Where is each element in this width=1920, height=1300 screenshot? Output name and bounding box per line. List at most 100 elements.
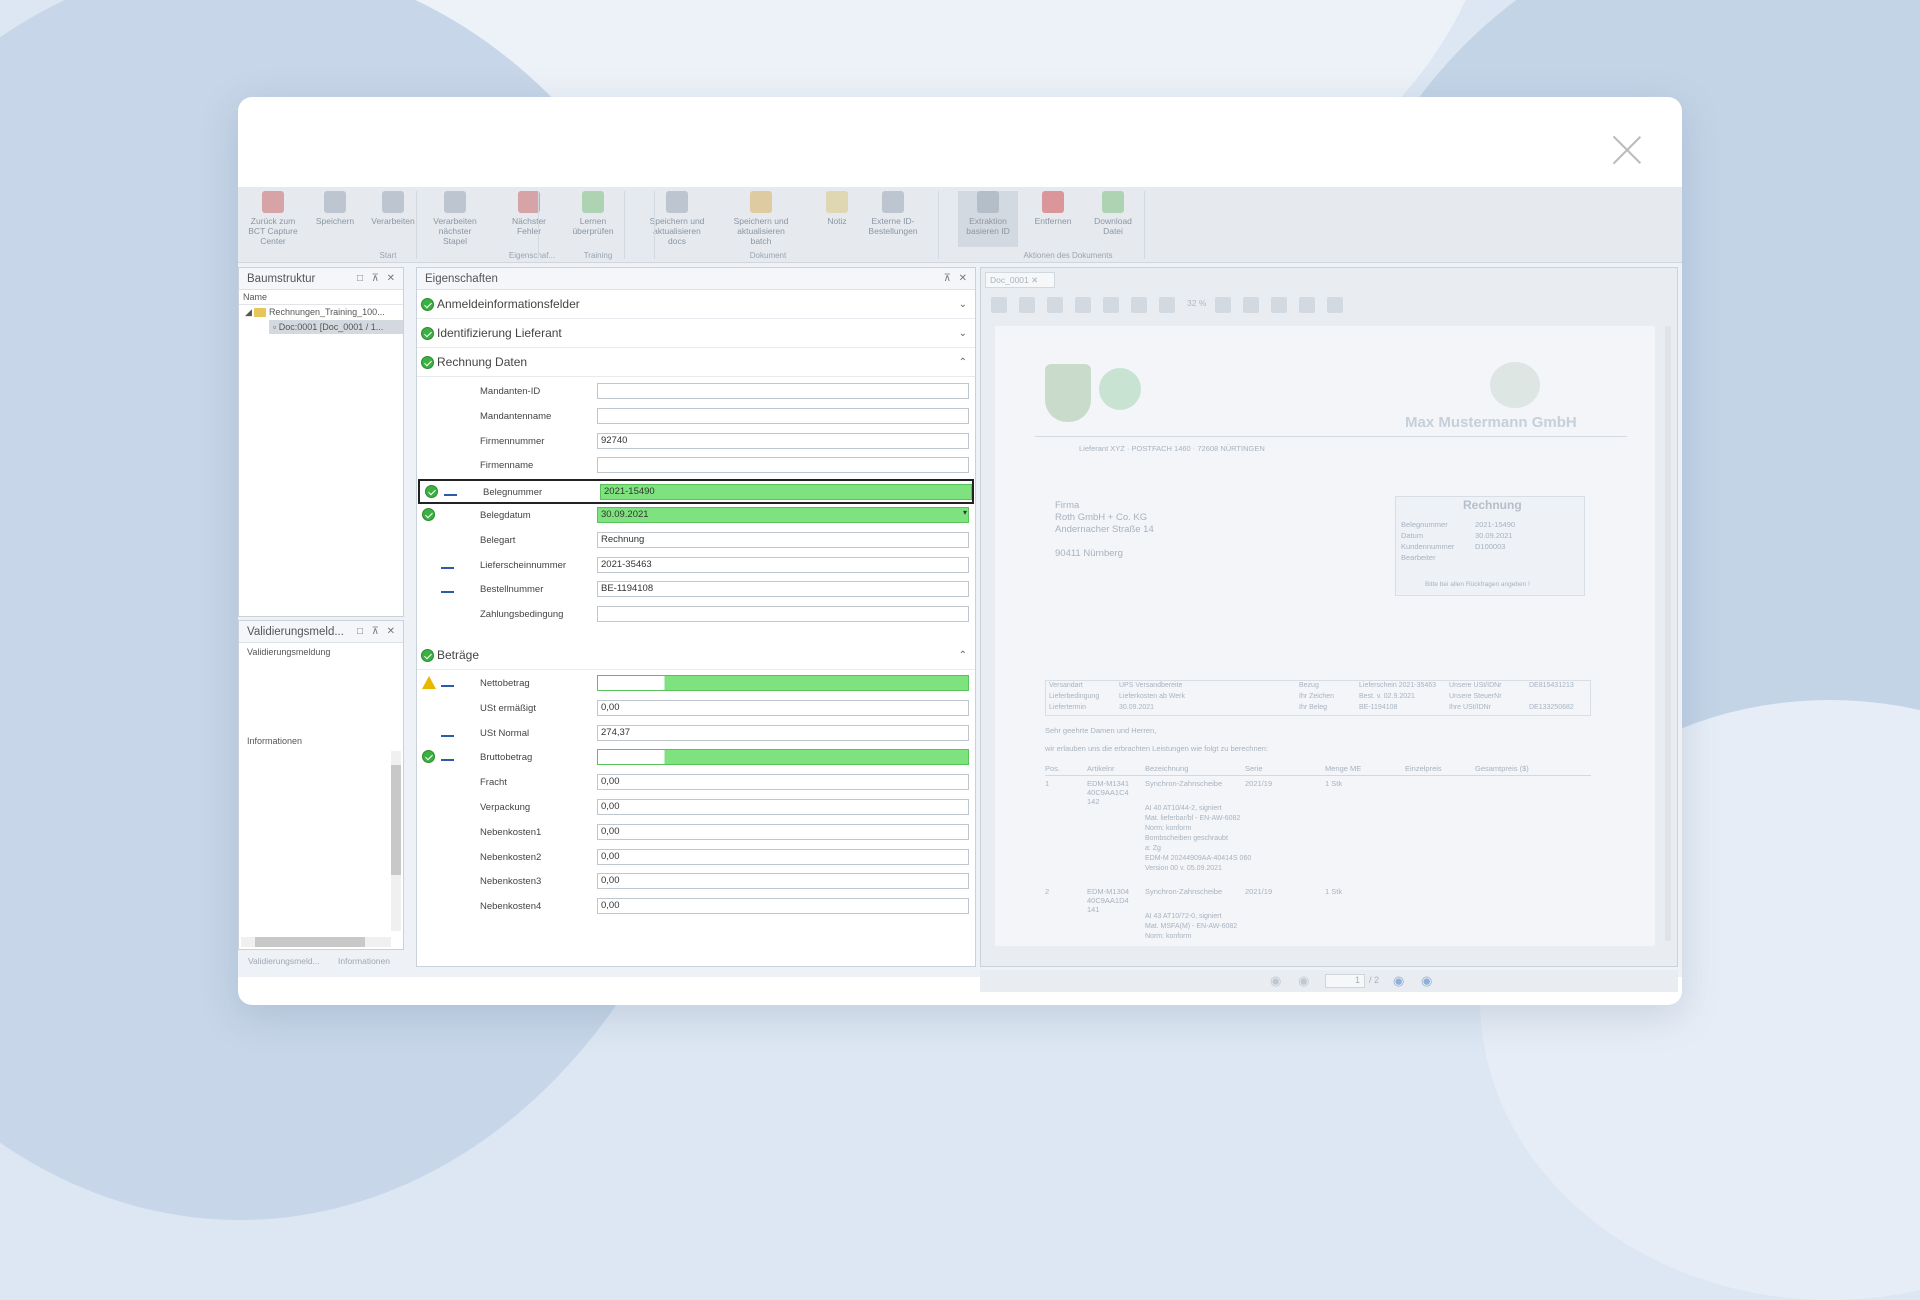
tree-item-batch[interactable]: ◢ Rechnungen_Training_100... [239, 305, 403, 320]
fit-page-icon[interactable] [991, 297, 1007, 313]
tab-information[interactable]: Informationen [338, 956, 390, 966]
field-input[interactable]: 0,00 [597, 823, 969, 840]
expand-icon[interactable]: ◢ [245, 307, 254, 317]
save-button[interactable]: Speichern [306, 191, 364, 226]
field-row: Bestellnummer BE-1194108 [417, 578, 977, 603]
field-row: Mandantenname [417, 405, 977, 430]
ribbon-group-label: Training [583, 251, 613, 260]
table-cell: Synchron-Zahnscheibe [1145, 779, 1223, 788]
process-button[interactable]: Verarbeiten [364, 191, 422, 226]
tab-validation[interactable]: Validierungsmeld... [248, 956, 320, 966]
section-2[interactable]: Rechnung Daten ⌃ [417, 348, 975, 377]
stamp-icon[interactable] [1271, 297, 1287, 313]
chevron-down-icon[interactable]: ⌄ [959, 290, 967, 319]
company-name: Max Mustermann GmbH [1405, 414, 1577, 431]
field-input[interactable]: 0,00 [597, 873, 969, 890]
last-page-icon[interactable]: ◉ [1421, 973, 1432, 989]
download-button[interactable]: Download Datei [1084, 191, 1142, 236]
hand-icon[interactable] [1243, 297, 1259, 313]
field-input[interactable]: 0,00 [597, 774, 969, 791]
close-panel-icon[interactable]: ✕ [387, 621, 395, 643]
modal-dialog: Zurück zum BCT Capture Center Speichern Ve… [238, 97, 1682, 1005]
pin-icon[interactable]: ⊼ [372, 268, 379, 290]
pin-doc-icon[interactable] [1327, 297, 1343, 313]
field-row: USt ermäßigt 0,00 [417, 697, 977, 722]
tab-document[interactable]: Doc_0001 ✕ [985, 272, 1055, 288]
section-0[interactable]: Anmeldeinformationsfelder ⌄ [417, 290, 975, 319]
viewer-scrollbar[interactable] [1665, 326, 1671, 941]
field-input[interactable]: 30.09.2021 [597, 507, 969, 523]
chevron-up-icon[interactable]: ⌃ [959, 641, 967, 670]
field-input[interactable] [597, 749, 969, 766]
section-1[interactable]: Identifizierung Lieferant ⌄ [417, 319, 975, 348]
process-next-button[interactable]: Verarbeiten nächster Stapel [426, 191, 484, 246]
next-error-button[interactable]: Nächster Fehler [500, 191, 558, 236]
field-input[interactable]: 0,00 [597, 898, 969, 915]
back-button[interactable]: Zurück zum BCT Capture Center [244, 191, 302, 246]
field-input[interactable] [597, 407, 969, 424]
extraction-button[interactable]: Extraktion basieren ID [958, 191, 1018, 247]
pin-icon[interactable]: ⊼ [372, 621, 379, 643]
zoom-in-icon[interactable] [1131, 297, 1147, 313]
field-input[interactable]: 0,00 [597, 699, 969, 716]
close-panel-icon[interactable]: ✕ [387, 268, 395, 290]
field-input[interactable]: Rechnung [597, 531, 969, 548]
field-input[interactable]: BE-1194108 [597, 581, 969, 598]
dropdown-icon[interactable]: ▾ [963, 508, 967, 517]
learn-button[interactable]: Lernen überprüfen [564, 191, 622, 236]
ribbon-button-label: Verarbeiten nächster Stapel [433, 216, 477, 246]
field-input[interactable]: 0,00 [597, 799, 969, 815]
copy-icon[interactable] [1299, 297, 1315, 313]
chevron-up-icon[interactable]: ⌃ [959, 348, 967, 377]
remove-button[interactable]: Entfernen [1024, 191, 1082, 226]
horizontal-scrollbar[interactable] [241, 937, 391, 947]
field-input[interactable]: 2021-35463 [597, 556, 969, 573]
field-input[interactable] [597, 383, 969, 399]
download-icon [1102, 191, 1124, 213]
line-detail: Norm: konform [1145, 933, 1192, 940]
fit-width-icon[interactable] [1019, 297, 1035, 313]
chevron-down-icon[interactable]: ⌄ [959, 319, 967, 348]
check-icon [421, 356, 434, 369]
first-page-icon[interactable]: ◉ [1270, 973, 1281, 989]
zoom-level[interactable]: 32 % [1187, 298, 1206, 308]
table-header: Serie [1245, 764, 1263, 773]
meta-cell: 30.09.2021 [1119, 704, 1155, 711]
page-input[interactable]: 1 [1325, 974, 1365, 988]
ai-extraction-icon [444, 485, 458, 497]
back-icon [262, 191, 284, 213]
float-icon[interactable]: □ [357, 268, 363, 290]
float-icon[interactable]: □ [357, 621, 363, 643]
meta-cell: Lieferkosten ab Werk [1119, 693, 1186, 700]
section-3[interactable]: Beträge ⌃ [417, 641, 975, 670]
field-input[interactable] [597, 675, 969, 691]
field-input[interactable]: 92740 [597, 432, 969, 449]
close-panel-icon[interactable]: ✕ [959, 268, 967, 290]
save-update-docs-button[interactable]: Speichern und aktualisieren docs [648, 191, 706, 246]
field-input[interactable]: 2021-15490 [600, 484, 972, 501]
next-page-icon[interactable]: ◉ [1393, 973, 1404, 989]
save-update-batch-button[interactable]: Speichern und aktualisieren batch [732, 191, 790, 246]
save-doc-icon[interactable] [1103, 297, 1119, 313]
tree-panel-title: Baumstruktur [247, 273, 316, 285]
table-header: Pos. [1045, 764, 1061, 773]
print-icon[interactable] [1075, 297, 1091, 313]
learn-icon [582, 191, 604, 213]
field-input[interactable]: 274,37 [597, 724, 969, 741]
pin-icon[interactable]: ⊼ [944, 268, 951, 290]
field-input[interactable]: 0,00 [597, 848, 969, 865]
note-button[interactable]: Notiz [808, 191, 866, 226]
warning-icon [422, 676, 436, 689]
vertical-scrollbar[interactable] [391, 751, 401, 931]
external-id-button[interactable]: Externe ID-Bestellungen [864, 191, 922, 236]
meta-cell: Unsere USt/IDNr [1449, 682, 1502, 689]
field-input[interactable] [597, 457, 969, 474]
rotate-icon[interactable] [1047, 297, 1063, 313]
zoom-out-icon[interactable] [1159, 297, 1175, 313]
field-input[interactable] [597, 606, 969, 623]
field-label: USt Normal [480, 727, 530, 739]
magnifier-icon[interactable] [1215, 297, 1231, 313]
tree-item-doc[interactable]: ▫ Doc:0001 [Doc_0001 / 1... [269, 320, 403, 334]
prev-page-icon[interactable]: ◉ [1298, 973, 1309, 989]
close-icon[interactable] [1612, 135, 1642, 165]
